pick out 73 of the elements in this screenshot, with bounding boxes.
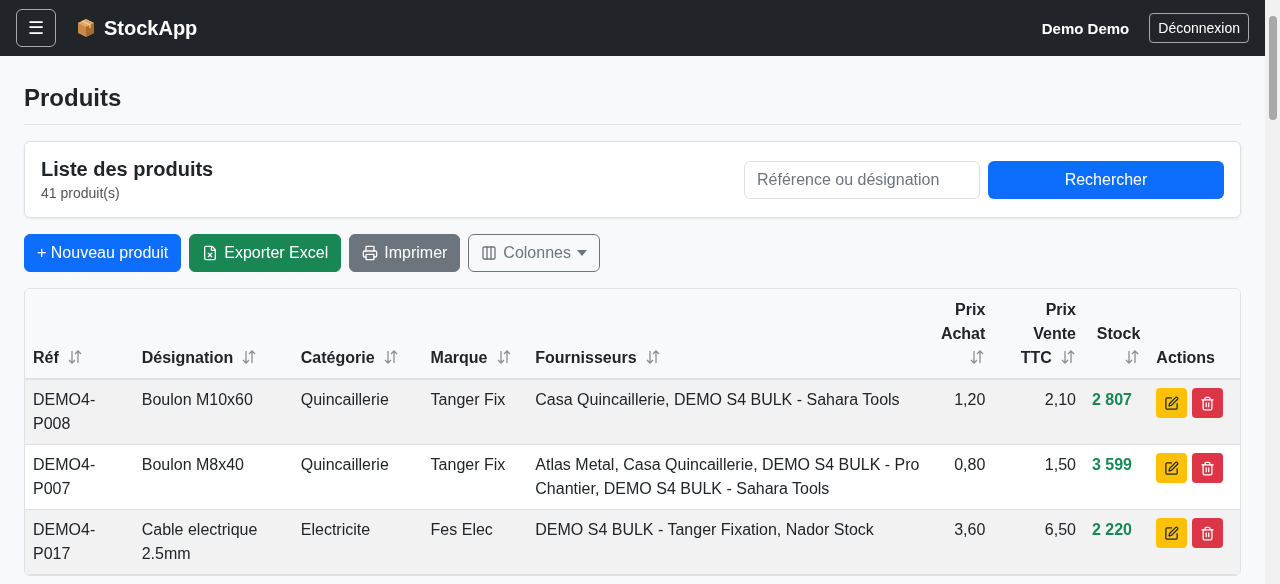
stock-value: 3 599 [1091,456,1132,473]
edit-icon [1164,395,1180,411]
product-count: 41 produit(s) [41,185,121,201]
delete-button[interactable] [1192,518,1224,548]
sort-icon[interactable] [382,349,399,365]
stock-value: 2 807 [1091,391,1132,408]
delete-button[interactable] [1192,388,1224,418]
edit-icon [1164,460,1180,476]
edit-icon [1164,525,1180,541]
table-cell: 3,60 [954,521,986,538]
column-header[interactable]: Prix Vente TTC [993,289,1084,379]
column-header[interactable]: Stock [1083,289,1149,379]
logout-button[interactable]: Déconnexion [1149,13,1249,43]
delete-button[interactable] [1192,453,1224,483]
table-cell: Tanger Fix [430,456,506,473]
sort-icon[interactable] [66,349,83,365]
table-cell: Cable electrique 2.5mm [141,521,258,562]
printer-icon [362,245,379,261]
edit-button[interactable] [1156,388,1188,418]
column-header[interactable]: Catégorie [292,289,423,379]
caret-icon [576,250,587,256]
sort-icon[interactable] [241,349,258,365]
table-cell: Fes Elec [430,521,493,538]
sort-icon[interactable] [1059,349,1076,365]
table-cell: 0,80 [954,456,986,473]
table-cell: Electricite [300,521,371,538]
column-header[interactable]: Désignation [133,289,293,379]
table-cell: DEMO4-P007 [33,456,96,497]
file-icon [202,245,219,261]
table-cell: Quincaillerie [300,456,389,473]
stock-value: 2 220 [1091,521,1132,538]
column-header[interactable]: Fournisseurs [527,289,930,379]
table-cell: Boulon M8x40 [141,456,244,473]
table-cell: 1,50 [1044,456,1076,473]
sort-icon[interactable] [969,349,986,365]
box-icon [76,18,96,38]
page-title: Produits [24,84,1241,125]
sort-icon[interactable] [644,349,661,365]
table-cell: DEMO S4 BULK - Tanger Fixation, Nador Stock [535,521,874,538]
columns-icon [481,245,498,261]
sort-icon[interactable] [1124,349,1141,365]
table-cell: Casa Quincaillerie, DEMO S4 BULK - Sahara Tools [535,391,900,408]
column-header[interactable]: Prix Achat [929,289,994,379]
table-cell: Quincaillerie [300,391,389,408]
sort-icon[interactable] [495,349,512,365]
search-button[interactable]: Rechercher [988,160,1224,199]
table-cell: Boulon M10x60 [141,391,253,408]
scrollbar[interactable] [1265,0,1280,584]
card-title: Liste des produits [41,158,215,181]
column-header: Actions [1148,289,1240,379]
toolbar-button[interactable]: Exporter Excel [189,234,342,272]
table-cell: Tanger Fix [430,391,506,408]
edit-button[interactable] [1156,453,1188,483]
toolbar-button[interactable]: Imprimer [349,234,461,272]
table-cell: 6,50 [1044,521,1076,538]
table-cell: DEMO4-P008 [33,391,96,432]
column-header[interactable]: Marque [422,289,528,379]
user-name: Demo Demo [1041,19,1130,37]
table-cell: 1,20 [954,391,986,408]
trash-icon [1200,525,1216,541]
column-header[interactable]: Réf [25,289,134,379]
table-cell: DEMO4-P017 [33,521,96,562]
trash-icon [1200,460,1216,476]
brand-link[interactable]: StockApp [76,16,198,40]
table-cell: 2,10 [1044,391,1076,408]
columns-dropdown[interactable]: Colonnes [468,234,600,272]
edit-button[interactable] [1156,518,1188,548]
search-field[interactable]: Référence ou désignation [744,160,980,199]
trash-icon [1200,395,1216,411]
table-cell: Atlas Metal, Casa Quincaillerie, DEMO S4 BULK - Pro Chantier, DEMO S4 BULK - Sahara Tools [535,456,920,497]
toolbar-button[interactable]: + Nouveau produit [24,234,182,272]
menu-button[interactable]: ☰ [16,9,56,47]
scrollbar-thumb[interactable] [1268,16,1277,120]
